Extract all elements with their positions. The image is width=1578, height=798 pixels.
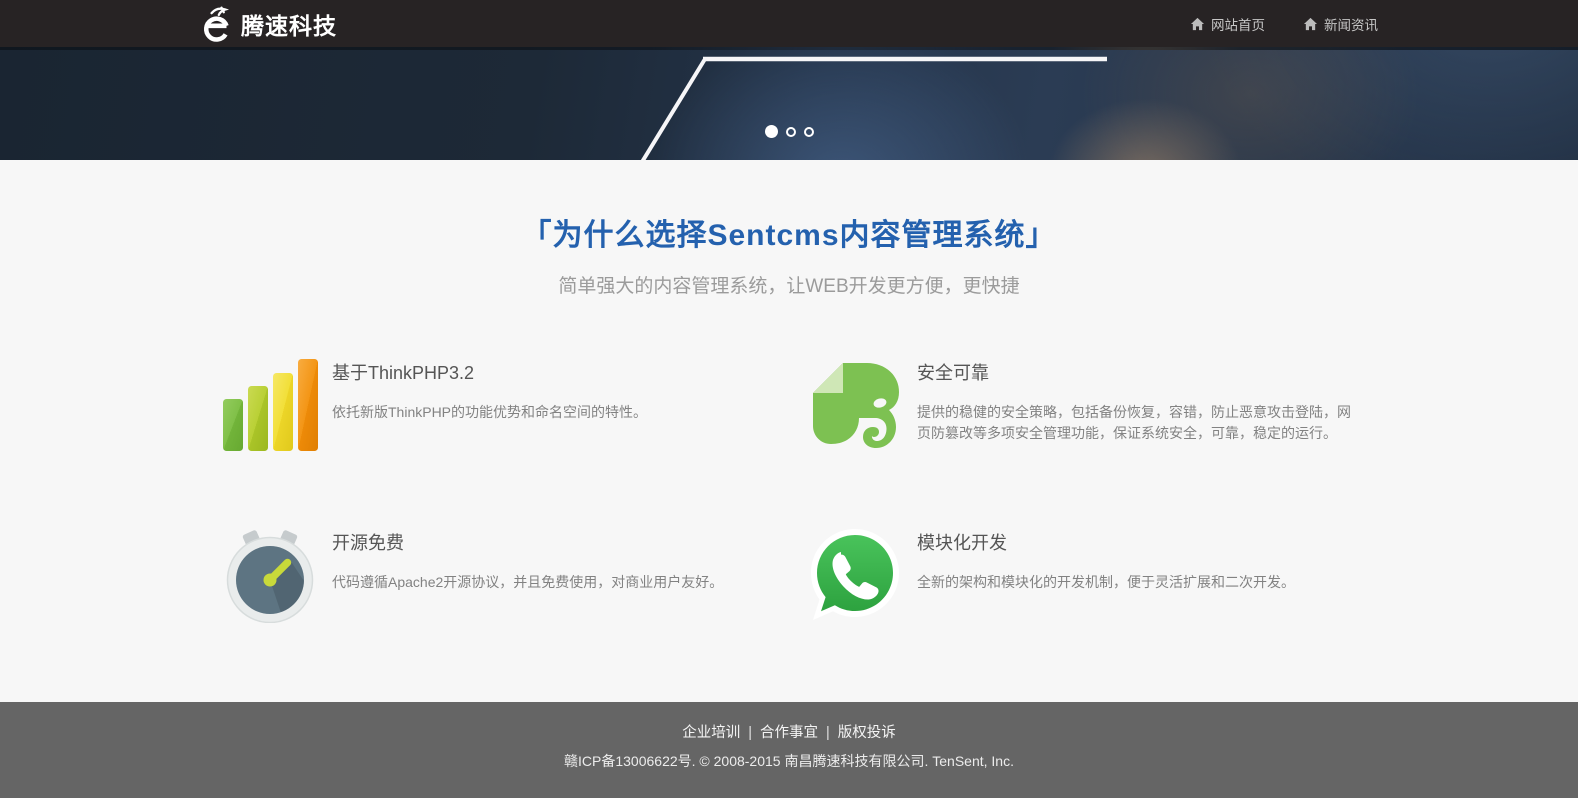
logo-text: 腾速科技 <box>241 7 337 41</box>
home-icon <box>1303 17 1318 31</box>
feature-thinkphp: 基于ThinkPHP3.2 依托新版ThinkPHP的功能优势和命名空间的特性。 <box>204 357 789 453</box>
feature-description: 代码遵循Apache2开源协议，并且免费使用，对商业用户友好。 <box>332 572 723 593</box>
footer-separator: | <box>748 725 752 741</box>
footer-links: 企业培训 | 合作事宜 | 版权投诉 <box>0 702 1578 742</box>
feature-modular: 模块化开发 全新的架构和模块化的开发机制，便于灵活扩展和二次开发。 <box>789 527 1374 623</box>
section-title: 「为什么选择Sentcms内容管理系统」 <box>0 160 1578 254</box>
feature-title: 安全可靠 <box>917 359 1359 385</box>
nav-item-label: 新闻资讯 <box>1324 14 1378 34</box>
carousel-dots <box>0 125 1578 138</box>
section-subtitle: 简单强大的内容管理系统，让WEB开发更方便，更快捷 <box>0 271 1578 298</box>
footer-link-copyright-complaint[interactable]: 版权投诉 <box>838 725 896 741</box>
carousel-dot-3[interactable] <box>804 127 814 137</box>
carousel-dot-2[interactable] <box>786 127 796 137</box>
footer-separator: | <box>826 725 830 741</box>
logo[interactable]: 腾速科技 <box>200 5 337 43</box>
feature-description: 提供的稳健的安全策略，包括备份恢复，容错，防止恶意攻击登陆，网页防篡改等多项安全… <box>917 402 1359 444</box>
feature-security: 安全可靠 提供的稳健的安全策略，包括备份恢复，容错，防止恶意攻击登陆，网页防篡改… <box>789 357 1374 453</box>
feature-title: 模块化开发 <box>917 529 1295 555</box>
footer: 企业培训 | 合作事宜 | 版权投诉 赣ICP备13006622号. © 2008-20… <box>0 702 1578 798</box>
footer-link-training[interactable]: 企业培训 <box>682 725 740 741</box>
home-icon <box>1190 17 1205 31</box>
feature-description: 依托新版ThinkPHP的功能优势和命名空间的特性。 <box>332 402 647 423</box>
elephant-icon <box>807 357 903 453</box>
header: 腾速科技 网站首页 新闻资讯 <box>0 0 1578 47</box>
logo-dragon-e-icon <box>200 5 234 43</box>
footer-link-cooperation[interactable]: 合作事宜 <box>760 725 818 741</box>
features-section: 「为什么选择Sentcms内容管理系统」 简单强大的内容管理系统，让WEB开发更… <box>0 160 1578 702</box>
stopwatch-icon <box>222 527 318 623</box>
hero-carousel <box>0 47 1578 160</box>
nav-item-home[interactable]: 网站首页 <box>1190 14 1265 34</box>
features-grid: 基于ThinkPHP3.2 依托新版ThinkPHP的功能优势和命名空间的特性。… <box>204 357 1374 697</box>
feature-description: 全新的架构和模块化的开发机制，便于灵活扩展和二次开发。 <box>917 572 1295 593</box>
feature-opensource: 开源免费 代码遵循Apache2开源协议，并且免费使用，对商业用户友好。 <box>204 527 789 623</box>
whatsapp-icon <box>807 527 903 623</box>
footer-copyright: 赣ICP备13006622号. © 2008-2015 南昌腾速科技有限公司. … <box>0 751 1578 771</box>
feature-title: 开源免费 <box>332 529 723 555</box>
top-navigation: 网站首页 新闻资讯 <box>1190 14 1378 34</box>
nav-item-label: 网站首页 <box>1211 14 1265 34</box>
bar-chart-icon <box>222 357 318 453</box>
nav-item-news[interactable]: 新闻资讯 <box>1303 14 1378 34</box>
hero-accent-lines <box>0 50 1578 160</box>
carousel-dot-1[interactable] <box>765 125 778 138</box>
feature-title: 基于ThinkPHP3.2 <box>332 359 647 385</box>
